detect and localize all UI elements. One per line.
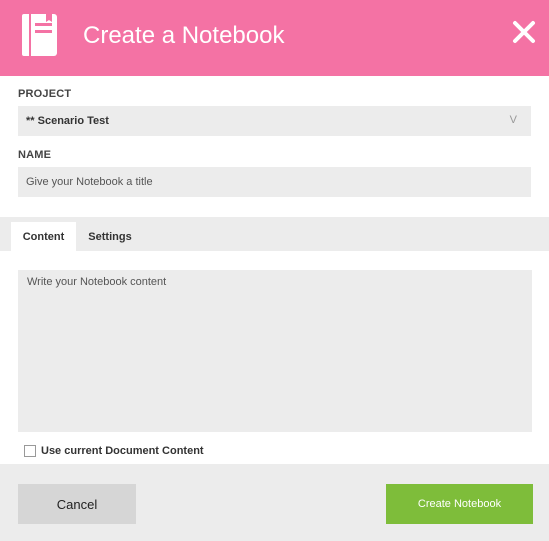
project-label: PROJECT: [18, 88, 72, 100]
dialog-footer: Cancel Create Notebook: [0, 464, 549, 541]
chevron-down-icon: V: [509, 114, 517, 126]
project-selected-value: ** Scenario Test: [26, 115, 109, 127]
use-document-content-checkbox[interactable]: [24, 445, 36, 457]
dialog-header: Create a Notebook: [0, 0, 549, 76]
notebook-icon: [22, 14, 57, 56]
cancel-button[interactable]: Cancel: [18, 484, 136, 524]
name-label: NAME: [18, 149, 52, 161]
project-select[interactable]: ** Scenario Test V: [18, 106, 531, 136]
create-notebook-button[interactable]: Create Notebook: [386, 484, 533, 524]
dialog-title: Create a Notebook: [83, 22, 285, 49]
tab-settings[interactable]: Settings: [82, 222, 138, 251]
notebook-title-input[interactable]: [18, 167, 531, 197]
use-document-content-label[interactable]: Use current Document Content: [41, 445, 204, 457]
use-document-content-row: Use current Document Content: [24, 444, 204, 458]
notebook-content-textarea[interactable]: [18, 270, 532, 432]
close-icon[interactable]: [510, 18, 538, 46]
tab-content[interactable]: Content: [11, 222, 76, 251]
tab-bar: Content Settings: [0, 217, 549, 251]
